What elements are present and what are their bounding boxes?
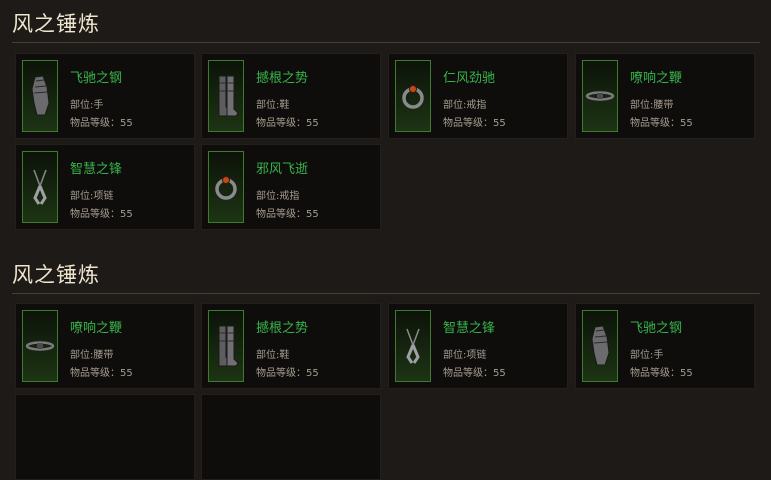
- section-divider: [12, 42, 760, 43]
- item-name[interactable]: 邪风飞逝: [256, 158, 308, 177]
- item-name[interactable]: 撼根之势: [256, 67, 308, 86]
- item-slot: 部位:项链: [70, 191, 114, 202]
- item-level: 物品等级：55: [256, 209, 319, 220]
- item-level: 物品等级：55: [443, 368, 506, 379]
- boots-icon: [208, 60, 244, 132]
- item-level: 物品等级：55: [70, 118, 133, 129]
- item-level: 物品等级：55: [443, 118, 506, 129]
- item-slot: 部位:手: [70, 100, 104, 111]
- item-level: 物品等级：55: [256, 368, 319, 379]
- item-slot: 部位:鞋: [256, 100, 290, 111]
- item-level: 物品等级：55: [70, 209, 133, 220]
- item-card[interactable]: 嘹响之鞭 部位:腰带 物品等级：55: [15, 303, 195, 389]
- item-card[interactable]: 嘹响之鞭 部位:腰带 物品等级：55: [575, 53, 755, 139]
- gauntlet-icon: [582, 310, 618, 382]
- amulet-icon: [22, 151, 58, 223]
- belt-icon: [582, 60, 618, 132]
- item-card[interactable]: [201, 394, 381, 480]
- section-title: 风之锤炼: [12, 12, 100, 36]
- item-slot: 部位:腰带: [70, 350, 114, 361]
- item-level: 物品等级：55: [630, 118, 693, 129]
- item-card[interactable]: 撼根之势 部位:鞋 物品等级：55: [201, 53, 381, 139]
- item-name[interactable]: 智慧之锋: [443, 317, 495, 336]
- item-slot: 部位:腰带: [630, 100, 674, 111]
- section-title: 风之锤炼: [12, 263, 100, 287]
- item-card[interactable]: 飞驰之钢 部位:手 物品等级：55: [575, 303, 755, 389]
- item-name[interactable]: 撼根之势: [256, 317, 308, 336]
- item-slot: 部位:戒指: [443, 100, 487, 111]
- item-card[interactable]: 仁风劲驰 部位:戒指 物品等级：55: [388, 53, 568, 139]
- item-slot: 部位:戒指: [256, 191, 300, 202]
- item-card[interactable]: [15, 394, 195, 480]
- ring-icon: [208, 151, 244, 223]
- section-divider: [12, 293, 760, 294]
- item-card[interactable]: 智慧之锋 部位:项链 物品等级：55: [15, 144, 195, 230]
- item-card[interactable]: 智慧之锋 部位:项链 物品等级：55: [388, 303, 568, 389]
- item-slot: 部位:鞋: [256, 350, 290, 361]
- item-name[interactable]: 嘹响之鞭: [630, 67, 682, 86]
- gauntlet-icon: [22, 60, 58, 132]
- item-level: 物品等级：55: [256, 118, 319, 129]
- item-level: 物品等级：55: [70, 368, 133, 379]
- amulet-icon: [395, 310, 431, 382]
- belt-icon: [22, 310, 58, 382]
- boots-icon: [208, 310, 244, 382]
- item-name[interactable]: 仁风劲驰: [443, 67, 495, 86]
- item-card[interactable]: 邪风飞逝 部位:戒指 物品等级：55: [201, 144, 381, 230]
- item-card[interactable]: 飞驰之钢 部位:手 物品等级：55: [15, 53, 195, 139]
- item-level: 物品等级：55: [630, 368, 693, 379]
- item-name[interactable]: 嘹响之鞭: [70, 317, 122, 336]
- item-slot: 部位:手: [630, 350, 664, 361]
- item-slot: 部位:项链: [443, 350, 487, 361]
- item-name[interactable]: 智慧之锋: [70, 158, 122, 177]
- item-card[interactable]: 撼根之势 部位:鞋 物品等级：55: [201, 303, 381, 389]
- ring-icon: [395, 60, 431, 132]
- item-name[interactable]: 飞驰之钢: [70, 67, 122, 86]
- item-name[interactable]: 飞驰之钢: [630, 317, 682, 336]
